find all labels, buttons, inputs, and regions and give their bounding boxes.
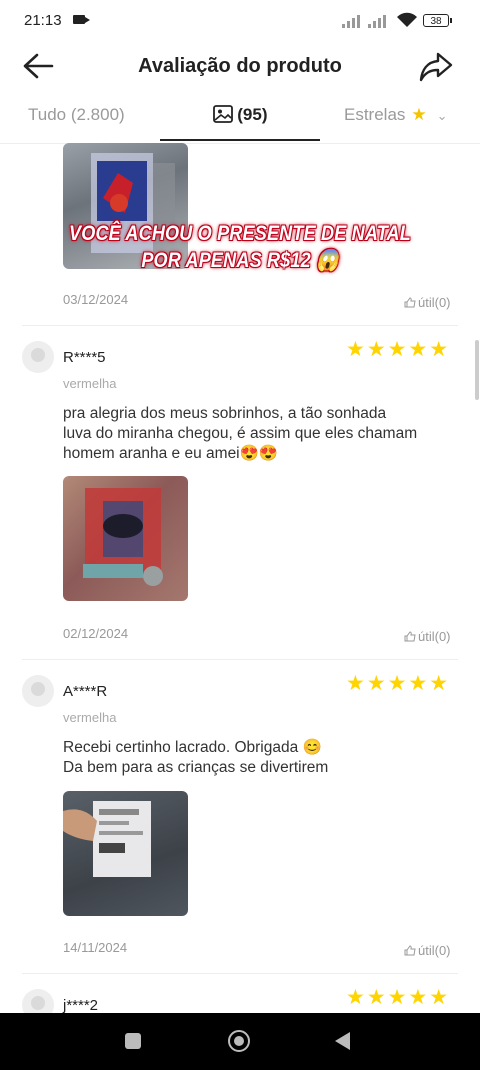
- signal-icon-2: [368, 15, 386, 28]
- image-icon: [212, 105, 233, 123]
- system-nav-bar: [0, 1013, 480, 1070]
- promo-overlay-text: VOCÊ ACHOU O PRESENTE DE NATAL POR APENA…: [34, 220, 447, 274]
- page-title: Avaliação do produto: [138, 55, 342, 77]
- status-time: 21:13: [24, 12, 62, 29]
- thumbs-up-icon: [404, 631, 416, 642]
- rating-stars: ★★★★★: [346, 986, 451, 1009]
- review-variant: vermelha: [63, 376, 117, 391]
- avatar: [22, 341, 54, 373]
- review-text-line: Recebi certinho lacrado. Obrigada 😊: [63, 739, 322, 756]
- review-variant: vermelha: [63, 710, 117, 725]
- active-tab-indicator: [160, 139, 320, 141]
- back-triangle-icon[interactable]: [335, 1032, 350, 1050]
- tab-photos-label: (95): [237, 105, 268, 124]
- chevron-down-icon: ⌄: [436, 108, 448, 123]
- review-username: j****2: [63, 997, 99, 1014]
- promo-line-1: VOCÊ ACHOU O PRESENTE DE NATAL: [69, 222, 411, 245]
- useful-label: útil(0): [418, 295, 451, 310]
- scrollbar[interactable]: [475, 340, 479, 400]
- review-username: A****R: [63, 683, 108, 700]
- rating-stars: ★★★★★: [346, 338, 451, 361]
- useful-button[interactable]: útil(0): [404, 943, 451, 958]
- review-photo[interactable]: [63, 791, 188, 916]
- review-text-line: homem aranha e eu amei😍😍: [63, 445, 279, 462]
- status-bar: 21:13 38: [0, 0, 480, 40]
- useful-button[interactable]: útil(0): [404, 295, 451, 310]
- review-username: R****5: [63, 349, 106, 366]
- useful-label: útil(0): [418, 943, 451, 958]
- divider: [22, 973, 458, 974]
- promo-line-2: POR APENAS R$12 😱: [141, 249, 339, 272]
- review-text-line: Da bem para as crianças se divertirem: [63, 759, 329, 776]
- thumbs-up-icon: [404, 945, 416, 956]
- divider: [22, 325, 458, 326]
- review-text: Recebi certinho lacrado. Obrigada 😊 Da b…: [63, 738, 458, 778]
- review-date: 14/11/2024: [63, 940, 128, 955]
- tab-all[interactable]: Tudo (2.800): [28, 105, 125, 125]
- recent-apps-icon[interactable]: [125, 1033, 141, 1049]
- review-filter-tabs: Tudo (2.800) (95) Estrelas ★ ⌄: [0, 95, 480, 144]
- thumbs-up-icon: [404, 297, 416, 308]
- share-icon[interactable]: [418, 50, 454, 84]
- wifi-icon: [397, 12, 417, 27]
- review-text-line: pra alegria dos meus sobrinhos, a tão so…: [63, 405, 387, 422]
- signal-icon: [342, 15, 360, 28]
- header: Avaliação do produto: [0, 40, 480, 95]
- review-date: 03/12/2024: [63, 292, 129, 307]
- avatar: [22, 675, 54, 707]
- home-icon[interactable]: [228, 1030, 250, 1052]
- tab-stars[interactable]: Estrelas ★ ⌄: [344, 105, 448, 125]
- star-icon: ★: [411, 105, 427, 124]
- review-text-line: luva do miranha chegou, é assim que eles…: [63, 425, 418, 442]
- useful-label: útil(0): [418, 629, 451, 644]
- review-text: pra alegria dos meus sobrinhos, a tão so…: [63, 404, 458, 464]
- tab-photos[interactable]: (95): [160, 105, 320, 141]
- review-photo[interactable]: [63, 476, 188, 601]
- video-camera-icon: [73, 15, 90, 24]
- review-date: 02/12/2024: [63, 626, 129, 641]
- tab-stars-label: Estrelas: [344, 105, 406, 124]
- useful-button[interactable]: útil(0): [404, 629, 451, 644]
- divider: [22, 659, 458, 660]
- battery-icon: 38: [423, 14, 452, 27]
- rating-stars: ★★★★★: [346, 672, 451, 695]
